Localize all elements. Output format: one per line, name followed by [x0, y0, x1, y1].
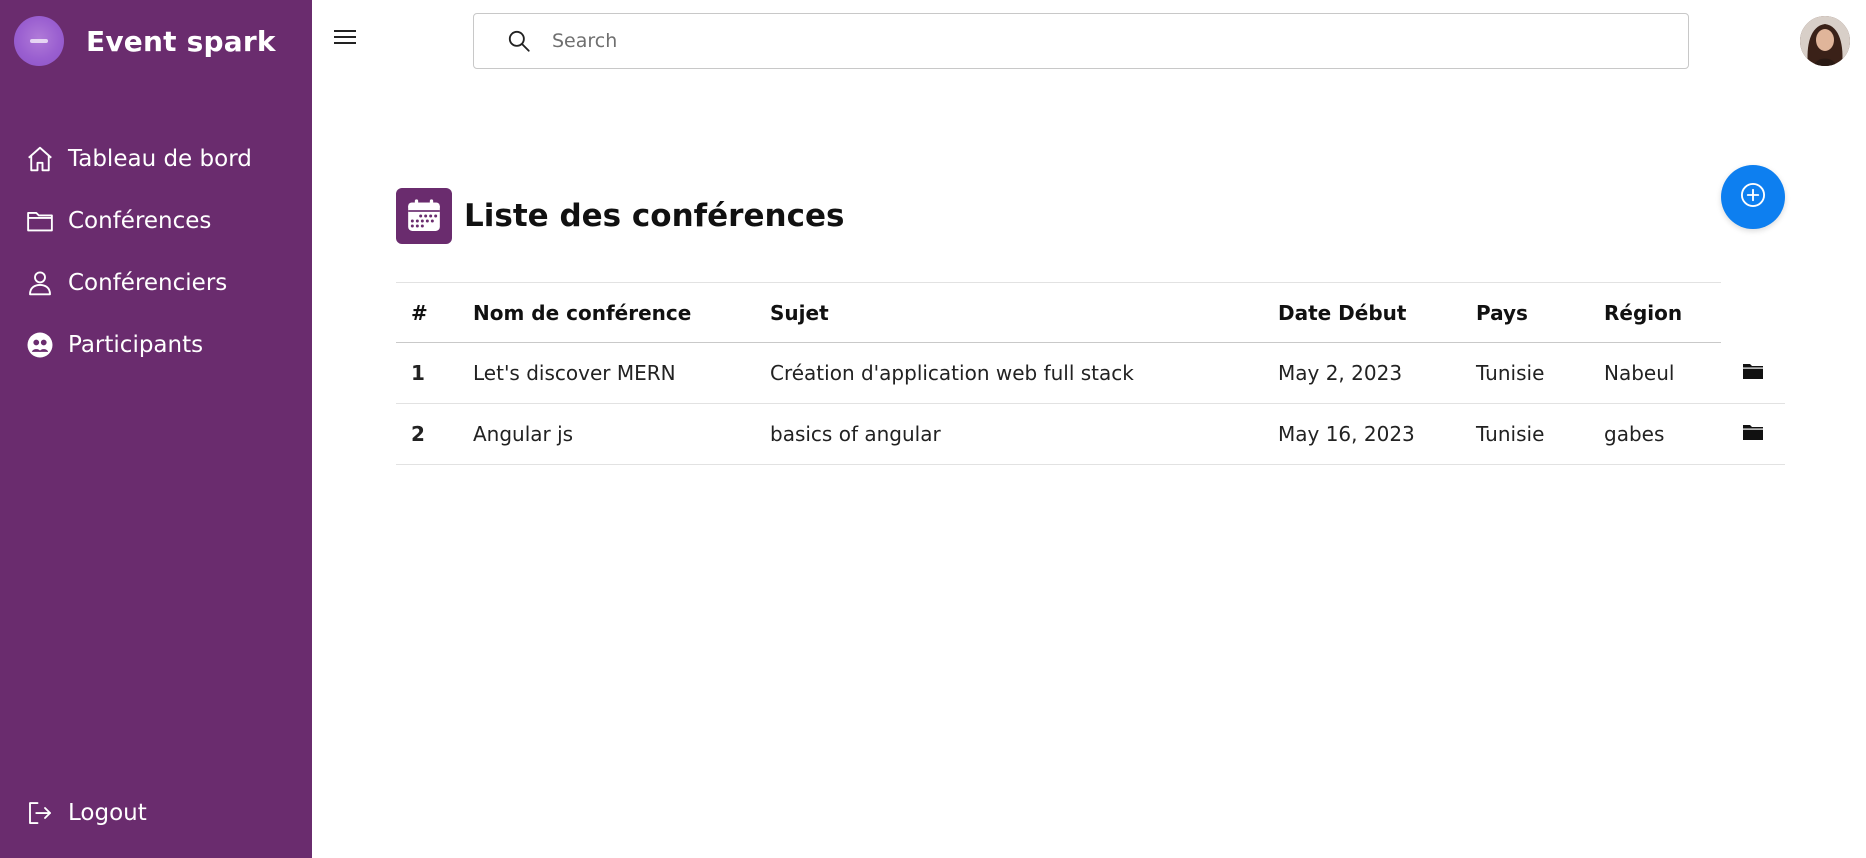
- brand-logo: [14, 16, 64, 66]
- sidebar-item-label: Conférenciers: [68, 270, 228, 296]
- sidebar-item-participants[interactable]: Participants: [24, 314, 294, 376]
- sidebar-item-label: Tableau de bord: [68, 146, 252, 172]
- folder-icon: [1742, 422, 1764, 446]
- search-input[interactable]: [552, 30, 1652, 52]
- home-icon: [24, 143, 56, 175]
- folder-icon: [1742, 361, 1764, 385]
- open-folder-button[interactable]: [1721, 361, 1785, 385]
- column-header-number: #: [411, 300, 428, 325]
- column-header-name: Nom de conférence: [473, 300, 692, 325]
- folder-icon: [24, 205, 56, 237]
- users-icon: [24, 329, 56, 361]
- cell-region: Nabeul: [1604, 361, 1675, 385]
- plus-circle-icon: [1739, 181, 1767, 213]
- hamburger-icon: [332, 27, 358, 51]
- sidebar-item-label: Participants: [68, 332, 204, 358]
- add-conference-button[interactable]: [1721, 165, 1785, 229]
- calendar-icon: [396, 188, 452, 244]
- cell-country: Tunisie: [1476, 422, 1545, 446]
- page-header: Liste des conférences: [396, 188, 844, 244]
- cell-start-date: May 16, 2023: [1278, 422, 1415, 446]
- sidebar: Event spark Tableau de bord Conférences …: [0, 0, 312, 858]
- column-header-subject: Sujet: [770, 300, 829, 325]
- cell-subject: basics of angular: [770, 422, 941, 446]
- cell-number: 1: [411, 361, 425, 385]
- open-folder-button[interactable]: [1721, 422, 1785, 446]
- cell-subject: Création d'application web full stack: [770, 361, 1134, 385]
- conferences-table: # Nom de conférence Sujet Date Début Pay…: [396, 282, 1785, 465]
- brand[interactable]: Event spark: [14, 16, 276, 66]
- cell-name: Angular js: [473, 422, 574, 446]
- menu-toggle-button[interactable]: [330, 24, 360, 54]
- user-icon: [24, 267, 56, 299]
- column-header-country: Pays: [1476, 300, 1528, 325]
- sidebar-nav: Tableau de bord Conférences Conférencier…: [24, 128, 294, 376]
- cell-start-date: May 2, 2023: [1278, 361, 1403, 385]
- cell-name: Let's discover MERN: [473, 361, 676, 385]
- table-row[interactable]: 2 Angular js basics of angular May 16, 2…: [396, 404, 1785, 465]
- search-bar: [473, 13, 1689, 69]
- search-icon: [504, 26, 534, 56]
- table-header: # Nom de conférence Sujet Date Début Pay…: [396, 282, 1721, 343]
- logout-icon: [24, 797, 56, 829]
- cell-region: gabes: [1604, 422, 1665, 446]
- sidebar-item-speakers[interactable]: Conférenciers: [24, 252, 294, 314]
- sidebar-item-label: Conférences: [68, 208, 212, 234]
- sidebar-item-dashboard[interactable]: Tableau de bord: [24, 128, 294, 190]
- page-title: Liste des conférences: [464, 198, 845, 234]
- column-header-region: Région: [1604, 300, 1683, 325]
- logout-label: Logout: [68, 800, 147, 826]
- brand-name: Event spark: [86, 24, 276, 58]
- cell-country: Tunisie: [1476, 361, 1545, 385]
- column-header-start-date: Date Début: [1278, 300, 1407, 325]
- sidebar-item-conferences[interactable]: Conférences: [24, 190, 294, 252]
- table-row[interactable]: 1 Let's discover MERN Création d'applica…: [396, 343, 1785, 404]
- logout-button[interactable]: Logout: [24, 782, 147, 844]
- avatar[interactable]: [1800, 16, 1850, 66]
- cell-number: 2: [411, 422, 425, 446]
